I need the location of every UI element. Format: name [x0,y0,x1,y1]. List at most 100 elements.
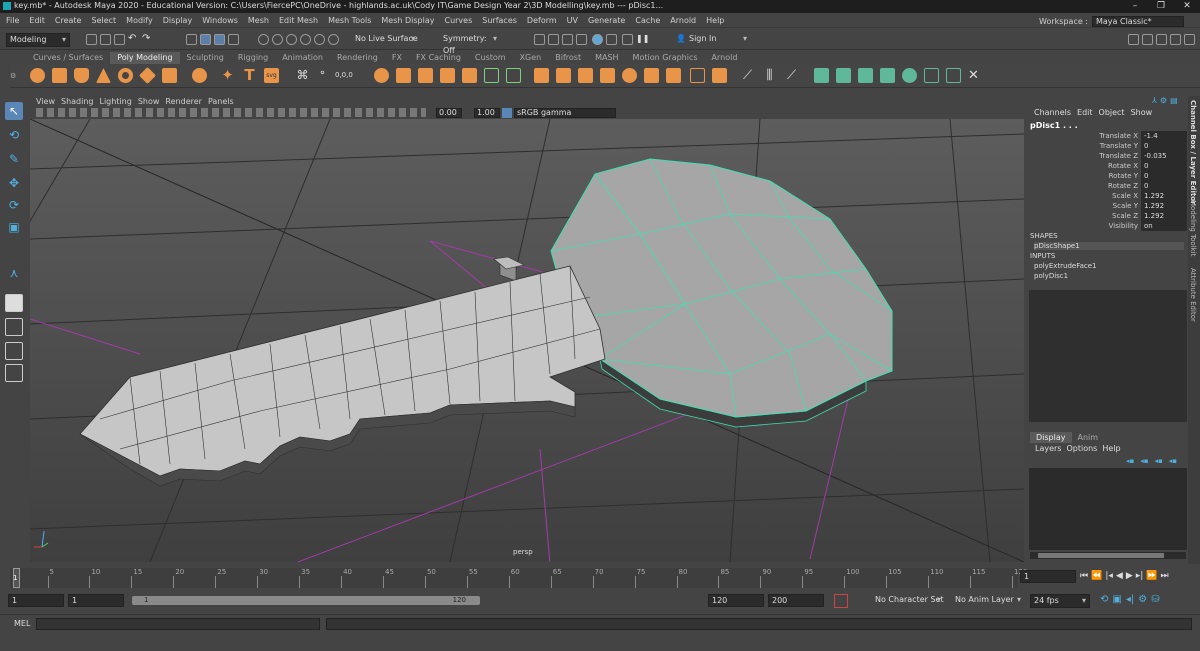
sign-in-dropdown[interactable]: Sign In [686,33,750,47]
channel-box-layer-icon[interactable]: ▤ [1170,96,1178,106]
anim-layer-dropdown[interactable]: No Anim Layer [952,594,1024,608]
move-layer-up-icon[interactable]: ◂▪ [1126,457,1134,465]
svg-tool-icon[interactable]: svg [264,68,279,83]
offset-edge-loop-icon[interactable]: ⟋ [784,68,799,83]
start-time-field[interactable]: 1 [8,594,64,607]
attr-value[interactable]: 1.292 [1141,211,1187,221]
rotate-tool-icon[interactable]: ⟳ [5,196,23,214]
hypershade-icon[interactable] [592,34,603,45]
attr-rotate-y[interactable]: Rotate Y0 [1030,171,1188,181]
create-polygon-icon[interactable]: ⌘ [295,68,310,83]
shelf-tab-fx-caching[interactable]: FX Caching [409,52,468,64]
open-scene-icon[interactable] [100,34,111,45]
close-button[interactable]: ✕ [1174,0,1200,13]
separate-icon[interactable] [462,68,477,83]
attr-value[interactable]: -0.035 [1141,151,1187,161]
insert-edge-loop-icon[interactable]: ⫼ [762,68,777,83]
circularize-icon[interactable] [666,68,681,83]
channel-box-menu-edit[interactable]: Edit [1077,107,1093,119]
move-layer-down-icon[interactable]: ◂▪ [1140,457,1148,465]
workspace-dropdown[interactable]: Maya Classic* [1092,16,1184,27]
undo-icon[interactable]: ↶ [128,34,139,45]
menu-select[interactable]: Select [91,16,116,25]
attr-translate-y[interactable]: Translate Y0 [1030,141,1188,151]
platonic-solid-icon[interactable] [192,68,207,83]
shelf-tab-rigging[interactable]: Rigging [231,52,275,64]
animation-preferences-icon[interactable]: ⚙ [1138,594,1147,605]
snap-to-curve-icon[interactable] [272,34,283,45]
poly-cone-icon[interactable] [96,68,111,83]
shelf-tab-animation[interactable]: Animation [275,52,330,64]
poly-cylinder-icon[interactable] [74,68,89,83]
attr-value[interactable]: 1.292 [1141,201,1187,211]
color-management-icon[interactable] [502,108,512,118]
play-forward-icon[interactable]: ▶ [1126,571,1133,581]
arnold-render-icon[interactable] [622,34,633,45]
shelf-menu-icon[interactable]: ⚙ [10,66,16,86]
go-to-start-icon[interactable]: ⏮ [1080,571,1088,581]
pause-render-icon[interactable]: ❚❚ [636,34,649,45]
viewport-menu-view[interactable]: View [36,96,55,107]
menu-help[interactable]: Help [706,16,724,25]
shelf-tab-bifrost[interactable]: Bifrost [548,52,588,64]
channel-box-icon[interactable] [1170,34,1181,45]
attr-value[interactable]: 0 [1141,171,1187,181]
channel-box-menu-channels[interactable]: Channels [1034,107,1071,119]
layer-tab-anim[interactable]: Anim [1072,432,1105,443]
side-tab-channel-box[interactable]: Channel Box / Layer Editor [1189,100,1197,204]
channel-box-menu-object[interactable]: Object [1099,107,1125,119]
viewport-menu-lighting[interactable]: Lighting [99,96,131,107]
paint-select-tool-icon[interactable]: ✎ [5,150,23,168]
shelf-tab-sculpting[interactable]: Sculpting [180,52,231,64]
persp-outliner-layout-icon[interactable] [5,342,23,360]
menu-edit[interactable]: Edit [29,16,45,25]
shelf-tab-fx[interactable]: FX [385,52,409,64]
type-tool-icon[interactable]: T [242,68,257,83]
side-tab-modeling-toolkit[interactable]: Modeling Toolkit [1189,200,1197,256]
snap-to-projected-center-icon[interactable] [300,34,311,45]
poly-disc-icon[interactable] [162,68,177,83]
shelf-tab-rendering[interactable]: Rendering [330,52,385,64]
new-layer-icon[interactable]: ◂▪ [1155,457,1163,465]
single-pane-layout-icon[interactable] [5,294,23,312]
tool-settings-icon[interactable] [1156,34,1167,45]
attr-value[interactable]: -1.4 [1141,131,1187,141]
viewport-menu-show[interactable]: Show [138,96,160,107]
select-by-component-icon[interactable] [214,34,225,45]
play-backward-icon[interactable]: ◀ [1116,571,1123,581]
step-forward-key-icon[interactable]: ⏩ [1146,571,1157,581]
shelf-tab-arnold[interactable]: Arnold [705,52,745,64]
maximize-button[interactable]: ❐ [1148,0,1174,13]
spherical-mapping-icon[interactable] [858,68,873,83]
attr-rotate-z[interactable]: Rotate Z0 [1030,181,1188,191]
input-node-disc[interactable]: polyDisc1 [1034,272,1068,280]
shelf-tab-xgen[interactable]: XGen [513,52,549,64]
modeling-toolkit-icon[interactable] [1128,34,1139,45]
go-to-end-icon[interactable]: ⏭ [1161,571,1169,581]
target-weld-icon[interactable] [622,68,637,83]
center-pivot-icon[interactable]: 0,0,0 [335,68,353,83]
attr-visibility[interactable]: Visibility on [1030,221,1188,231]
shelf-tab-curves-surfaces[interactable]: Curves / Surfaces [26,52,110,64]
menu-file[interactable]: File [6,16,19,25]
shape-node[interactable]: pDiscShape1 [1034,242,1184,250]
viewport-menu-panels[interactable]: Panels [208,96,234,107]
select-by-object-icon[interactable] [200,34,211,45]
channel-box-settings-icon[interactable]: ⚙ [1160,96,1167,106]
menu-uv[interactable]: UV [567,16,578,25]
cylindrical-mapping-icon[interactable] [836,68,851,83]
collapse-icon[interactable] [644,68,659,83]
live-surface-field[interactable]: No Live Surface [352,33,418,47]
shelf-tab-poly-modeling[interactable]: Poly Modeling [110,52,180,64]
shelf-tab-mash[interactable]: MASH [588,52,625,64]
render-view-icon[interactable] [606,34,617,45]
input-node-extrude[interactable]: polyExtrudeFace1 [1034,262,1096,270]
mel-label[interactable]: MEL [14,619,30,628]
shelf-tab-motion-graphics[interactable]: Motion Graphics [626,52,705,64]
uv-editor-icon[interactable] [902,68,917,83]
save-scene-icon[interactable] [114,34,125,45]
poly-torus-icon[interactable] [118,68,133,83]
scrollbar-thumb[interactable] [1038,553,1164,558]
smooth-icon[interactable] [374,68,389,83]
lasso-tool-icon[interactable]: ⟲ [5,126,23,144]
